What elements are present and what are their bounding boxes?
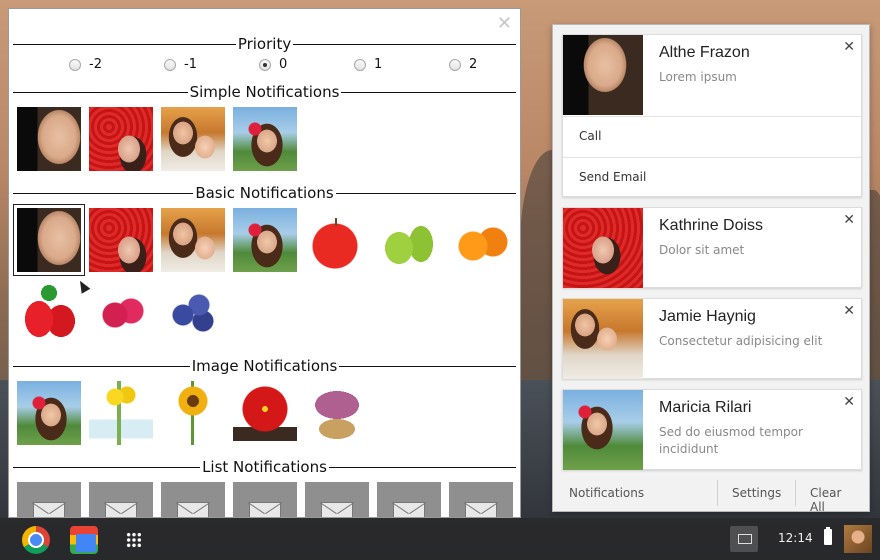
envelope-icon — [177, 502, 209, 517]
battery-icon[interactable] — [824, 527, 832, 545]
notifications-demo-window: ✕ Priority -2 -1 0 1 2 Simple Notificati… — [8, 8, 521, 518]
envelope-icon — [33, 502, 65, 517]
priority-radio-2[interactable]: 2 — [449, 57, 477, 72]
notifications-label: Notifications — [569, 486, 645, 500]
list-thumb-mail[interactable]: ●● — [89, 482, 153, 517]
close-icon[interactable]: ✕ — [843, 394, 855, 410]
simple-thumb-man-portrait[interactable] — [17, 107, 81, 171]
image-notifications-heading: Image Notifications — [13, 356, 516, 376]
send-email-button[interactable]: Send Email — [563, 157, 861, 197]
image-thumb-poinsettia[interactable] — [233, 381, 297, 445]
list-thumb-mail[interactable]: ●●●●● — [449, 482, 513, 517]
priority-radio-minus-2[interactable]: -2 — [69, 57, 102, 72]
settings-button[interactable]: Settings — [717, 480, 795, 506]
notification-avatar — [563, 299, 643, 379]
notification-body: Sed do eiusmod tempor incididunt — [659, 425, 803, 456]
notification-card[interactable]: Jamie Haynig Consectetur adipisicing eli… — [562, 298, 862, 379]
call-button[interactable]: Call — [563, 116, 861, 156]
close-icon[interactable]: ✕ — [843, 303, 855, 319]
simple-thumb-mother-and-baby[interactable] — [161, 107, 225, 171]
envelope-icon — [393, 502, 425, 517]
basic-thumb-woman-red-umbrella[interactable] — [89, 208, 153, 272]
basic-thumb-apple[interactable] — [305, 208, 369, 272]
priority-radio-1[interactable]: 1 — [354, 57, 382, 72]
basic-thumb-man-portrait[interactable] — [13, 204, 85, 276]
image-thumb-woman-with-flower[interactable] — [17, 381, 81, 445]
list-thumb-mail[interactable]: ●●●● — [305, 482, 369, 517]
notification-card[interactable]: Maricia Rilari Sed do eiusmod tempor inc… — [562, 389, 862, 470]
image-thumb-sunflower[interactable] — [161, 381, 225, 445]
list-thumb-mail[interactable]: ●●●●● — [377, 482, 441, 517]
basic-thumb-mother-and-baby[interactable] — [161, 208, 225, 272]
clear-all-button[interactable]: Clear All — [795, 480, 869, 514]
files-app-icon[interactable] — [70, 526, 98, 554]
envelope-icon — [105, 502, 137, 517]
clock[interactable]: 12:14 — [778, 531, 813, 545]
notification-title: Althe Frazon — [659, 44, 750, 61]
notification-card[interactable]: Kathrine Doiss Dolor sit amet ✕ — [562, 207, 862, 288]
basic-thumb-oranges[interactable] — [449, 208, 513, 272]
notification-panel-footer: Notifications Settings Clear All — [553, 475, 869, 514]
app-launcher-icon[interactable] — [126, 532, 142, 548]
envelope-icon — [249, 502, 281, 517]
close-icon[interactable]: ✕ — [843, 212, 855, 228]
notification-body: Consectetur adipisicing elit — [659, 334, 823, 348]
radio-icon — [164, 58, 176, 71]
radio-icon — [449, 58, 461, 71]
priority-radio-0[interactable]: 0 — [259, 57, 287, 72]
notification-tray-icon[interactable] — [730, 526, 758, 552]
notification-body: Dolor sit amet — [659, 243, 745, 257]
basic-thumb-pears[interactable] — [377, 208, 441, 272]
notification-card[interactable]: Althe Frazon Lorem ipsum ✕ Call Send Ema… — [562, 34, 862, 197]
basic-thumb-woman-with-flower[interactable] — [233, 208, 297, 272]
envelope-icon — [465, 502, 497, 517]
basic-notifications-heading: Basic Notifications — [13, 183, 516, 203]
radio-checked-icon — [259, 58, 271, 71]
image-thumb-yellow-flowers[interactable] — [89, 381, 153, 445]
radio-icon — [354, 58, 366, 71]
basic-thumb-raspberries[interactable] — [89, 281, 153, 345]
simple-thumb-woman-with-flower[interactable] — [233, 107, 297, 171]
notification-title: Kathrine Doiss — [659, 217, 764, 234]
envelope-icon — [321, 502, 353, 517]
basic-thumb-blueberries[interactable] — [161, 281, 225, 345]
notification-avatar — [563, 35, 643, 115]
shelf: 12:14 — [0, 518, 880, 560]
list-notifications-heading: List Notifications — [13, 457, 516, 477]
list-thumb-mail[interactable]: ●● — [17, 482, 81, 517]
notification-title: Jamie Haynig — [659, 308, 756, 325]
user-avatar[interactable] — [844, 525, 872, 553]
notification-title: Maricia Rilari — [659, 399, 752, 416]
chrome-browser-icon[interactable] — [22, 526, 50, 554]
panel-pointer — [738, 503, 754, 511]
simple-thumb-woman-red-umbrella[interactable] — [89, 107, 153, 171]
priority-radio-minus-1[interactable]: -1 — [164, 57, 197, 72]
window-close-icon[interactable]: ✕ — [497, 13, 512, 34]
notification-avatar — [563, 208, 643, 288]
notification-avatar — [563, 390, 643, 470]
notification-center-panel: Althe Frazon Lorem ipsum ✕ Call Send Ema… — [552, 24, 870, 514]
radio-icon — [69, 58, 81, 71]
list-thumb-mail[interactable]: ●●● — [161, 482, 225, 517]
list-thumb-mail[interactable]: ●●● — [233, 482, 297, 517]
basic-thumb-strawberries[interactable] — [17, 281, 81, 345]
notification-body: Lorem ipsum — [659, 70, 737, 84]
priority-radio-group: -2 -1 0 1 2 — [69, 57, 509, 75]
simple-notifications-heading: Simple Notifications — [13, 82, 516, 102]
priority-heading: Priority — [13, 34, 516, 54]
image-thumb-heather-basket[interactable] — [305, 381, 369, 445]
close-icon[interactable]: ✕ — [843, 39, 855, 55]
